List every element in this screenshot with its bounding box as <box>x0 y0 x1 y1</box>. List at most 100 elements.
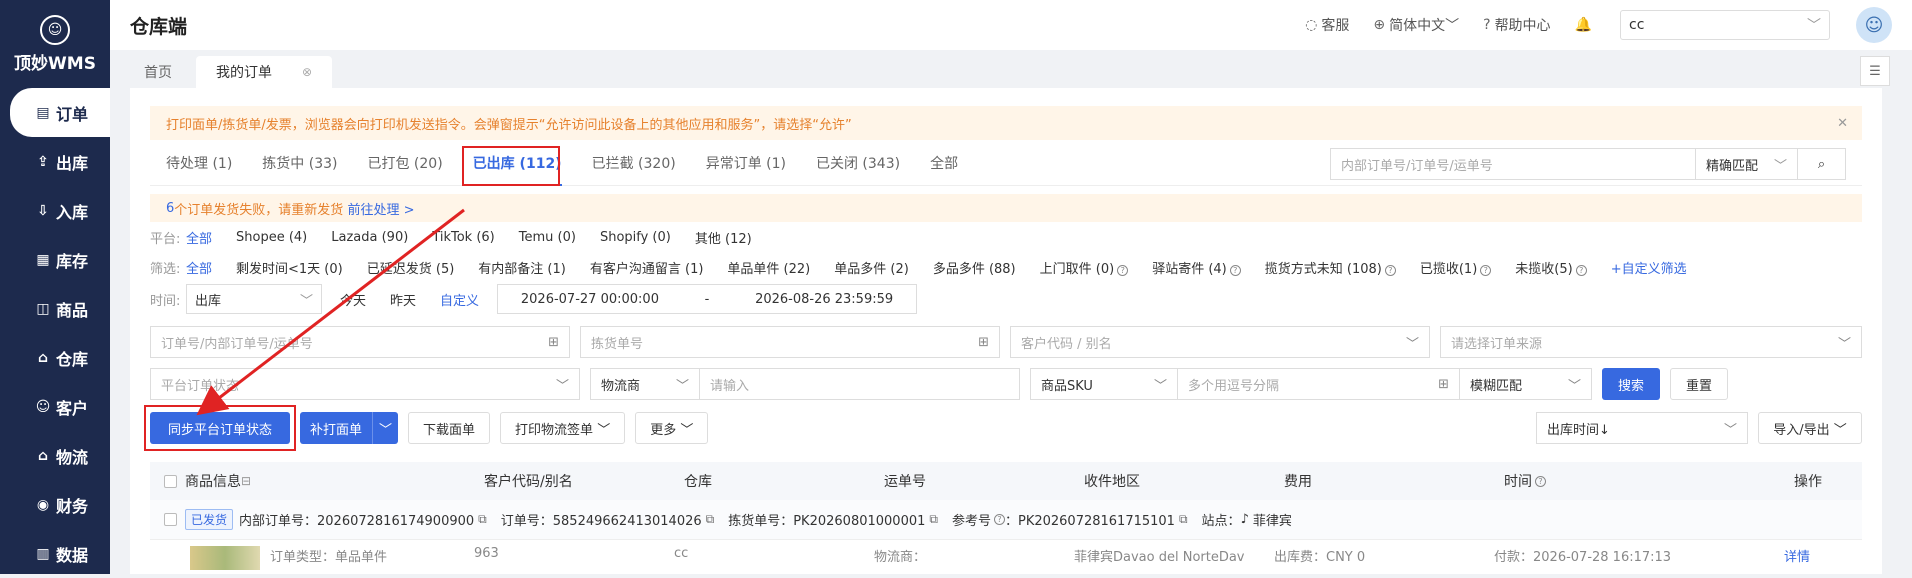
help-icon: ? <box>1535 475 1546 487</box>
time-type-select[interactable]: 出库 ﹀ <box>186 284 322 314</box>
tab-all[interactable]: 全部 <box>930 140 958 186</box>
copy-icon[interactable]: ⧉ <box>1179 512 1188 527</box>
custom-filter-link[interactable]: +自定义筛选 <box>1611 258 1687 277</box>
product-thumbnail <box>190 546 260 570</box>
search-form-row-2: 平台订单状态 ﹀ 物流商 ﹀ 请输入 商品SKU ﹀ 多个用逗号分隔 ⊞ 模糊匹配 ﹀ 搜… <box>150 368 1862 400</box>
tab-pending[interactable]: 待处理 (1) <box>166 140 232 186</box>
sidebar-item-customer[interactable]: ☺ 客户 <box>0 382 110 431</box>
filter-item[interactable]: 已延迟发货 (5) <box>367 258 455 277</box>
download-label-button[interactable]: 下载面单 <box>408 412 491 444</box>
sku-input[interactable]: 多个用逗号分隔 ⊞ <box>1178 368 1460 400</box>
platform-shopify[interactable]: Shopify (0) <box>600 230 671 245</box>
chevron-down-icon: ﹀ <box>1838 336 1852 352</box>
filter-item[interactable]: 多品多件 (88) <box>933 258 1016 277</box>
select-all-checkbox[interactable] <box>164 474 177 488</box>
match-type-select[interactable]: 模糊匹配 ﹀ <box>1460 368 1592 400</box>
service-link[interactable]: ◌ 客服 <box>1305 15 1349 35</box>
platform-temu[interactable]: Temu (0) <box>519 230 576 245</box>
import-export-button[interactable]: 导入/导出 ﹀ <box>1758 412 1862 444</box>
order-no-input[interactable]: 订单号/内部订单号/运单号 ⊞ <box>150 326 571 358</box>
tab-packed[interactable]: 已打包 (20) <box>367 140 442 186</box>
search-submit-button[interactable]: 搜索 <box>1602 368 1660 400</box>
more-button[interactable]: 更多 ﹀ <box>635 412 709 444</box>
reprint-dropdown-button[interactable]: ﹀ <box>372 412 399 444</box>
platform-tiktok[interactable]: TikTok (6) <box>432 230 494 245</box>
detail-link[interactable]: 详情 <box>1784 546 1810 565</box>
tab-intercepted[interactable]: 已拦截 (320) <box>592 140 676 186</box>
batch-input-icon[interactable]: ⊞ <box>548 335 559 350</box>
time-custom[interactable]: 自定义 <box>440 290 479 309</box>
sidebar-item-outbound[interactable]: ⇪ 出库 <box>0 137 110 186</box>
copy-icon[interactable]: ⧉ <box>929 512 938 527</box>
top-search-input[interactable]: 内部订单号/订单号/运单号 <box>1330 148 1696 180</box>
filter-item[interactable]: 上门取件 (0)? <box>1040 258 1129 277</box>
finance-icon: ◉ <box>36 496 50 513</box>
close-icon[interactable]: ✕ <box>1837 116 1848 131</box>
order-checkbox[interactable] <box>164 513 177 526</box>
sort-select[interactable]: 出库时间↓ ﹀ <box>1536 412 1748 444</box>
chevron-down-icon: ﹀ <box>675 378 689 394</box>
carrier-input[interactable]: 请输入 <box>700 368 1020 400</box>
filter-item[interactable]: 驿站寄件 (4)? <box>1152 258 1241 277</box>
sidebar-item-logistics[interactable]: ⌂ 物流 <box>0 431 110 480</box>
platform-shopee[interactable]: Shopee (4) <box>236 230 307 245</box>
pick-no-input[interactable]: 拣货单号 ⊞ <box>580 326 1001 358</box>
platform-other[interactable]: 其他 (12) <box>695 228 752 247</box>
filter-item[interactable]: 单品多件 (2) <box>834 258 909 277</box>
filter-item[interactable]: 有内部备注 (1) <box>478 258 566 277</box>
customer-select[interactable]: 客户代码 / 别名 ﹀ <box>1010 326 1431 358</box>
col-customer: 客户代码/别名 <box>484 474 573 490</box>
page-tab-home[interactable]: 首页 <box>124 56 192 88</box>
print-logistics-button[interactable]: 打印物流签单 ﹀ <box>500 412 626 444</box>
sidebar-item-warehouse[interactable]: ⌂ 仓库 <box>0 333 110 382</box>
filter-item[interactable]: 未揽收(5)? <box>1515 258 1587 277</box>
time-today[interactable]: 今天 <box>340 290 366 309</box>
date-range-picker[interactable]: 2026-07-27 00:00:00 - 2026-08-26 23:59:5… <box>497 284 918 314</box>
batch-input-icon[interactable]: ⊞ <box>978 335 989 350</box>
user-select[interactable]: cc ﹀ <box>1620 10 1830 40</box>
col-fee: 费用 <box>1284 474 1312 490</box>
search-icon: ⌕ <box>1817 156 1826 172</box>
avatar[interactable]: ☺ <box>1856 7 1892 43</box>
filter-item[interactable]: 有客户沟通留言 (1) <box>590 258 704 277</box>
bell-button[interactable]: 🔔 <box>1575 17 1596 33</box>
tab-abnormal[interactable]: 异常订单 (1) <box>706 140 786 186</box>
sidebar-item-finance[interactable]: ◉ 财务 <box>0 480 110 529</box>
page-tab-my-orders[interactable]: 我的订单 ⊗ <box>196 56 333 88</box>
order-source-select[interactable]: 请选择订单来源 ﹀ <box>1440 326 1863 358</box>
platform-all[interactable]: 全部 <box>186 228 212 247</box>
tab-picking[interactable]: 拣货中 (33) <box>262 140 337 186</box>
language-select[interactable]: ⊕ 简体中文 ﹀ <box>1373 15 1459 35</box>
help-link[interactable]: ? 帮助中心 <box>1483 15 1550 35</box>
match-mode-select[interactable]: 精确匹配 ﹀ <box>1696 148 1798 180</box>
filter-all[interactable]: 全部 <box>186 258 212 277</box>
sidebar-item-inventory[interactable]: ▦ 库存 <box>0 235 110 284</box>
filter-item[interactable]: 剩发时间<1天 (0) <box>236 258 343 277</box>
sku-group: 商品SKU ﹀ 多个用逗号分隔 ⊞ 模糊匹配 ﹀ <box>1030 368 1592 400</box>
sidebar-item-product[interactable]: ◫ 商品 <box>0 284 110 333</box>
platform-status-select[interactable]: 平台订单状态 ﹀ <box>150 368 580 400</box>
copy-icon[interactable]: ⧉ <box>478 512 487 527</box>
filter-item[interactable]: 已揽收(1)? <box>1420 258 1492 277</box>
platform-lazada[interactable]: Lazada (90) <box>331 230 408 245</box>
sku-type-select[interactable]: 商品SKU ﹀ <box>1030 368 1178 400</box>
batch-input-icon[interactable]: ⊞ <box>1438 377 1449 392</box>
filter-item[interactable]: 揽货方式未知 (108)? <box>1265 258 1396 277</box>
sidebar-item-inbound[interactable]: ⇩ 入库 <box>0 186 110 235</box>
carrier-select[interactable]: 物流商 ﹀ <box>590 368 700 400</box>
sidebar-item-order[interactable]: ▤ 订单 <box>10 88 110 137</box>
order-group-header: 已发货 内部订单号：2026072816174900900 ⧉ 订单号：58524… <box>150 500 1862 540</box>
tab-closed[interactable]: 已关闭 (343) <box>816 140 900 186</box>
close-icon[interactable]: ⊗ <box>302 65 312 79</box>
tabs-menu-button[interactable]: ☰ <box>1860 56 1890 86</box>
filter-item[interactable]: 单品单件 (22) <box>727 258 810 277</box>
time-yesterday[interactable]: 昨天 <box>390 290 416 309</box>
sidebar-item-data[interactable]: ▥ 数据 <box>0 529 110 578</box>
expand-icon[interactable]: ⊟ <box>241 474 251 488</box>
reprint-label-button[interactable]: 补打面单 <box>300 412 373 444</box>
reset-button[interactable]: 重置 <box>1670 368 1728 400</box>
go-process-link[interactable]: 前往处理 > <box>347 199 414 218</box>
chevron-down-icon: ﹀ <box>680 422 694 438</box>
search-button[interactable]: ⌕ <box>1798 148 1846 180</box>
copy-icon[interactable]: ⧉ <box>706 512 715 527</box>
